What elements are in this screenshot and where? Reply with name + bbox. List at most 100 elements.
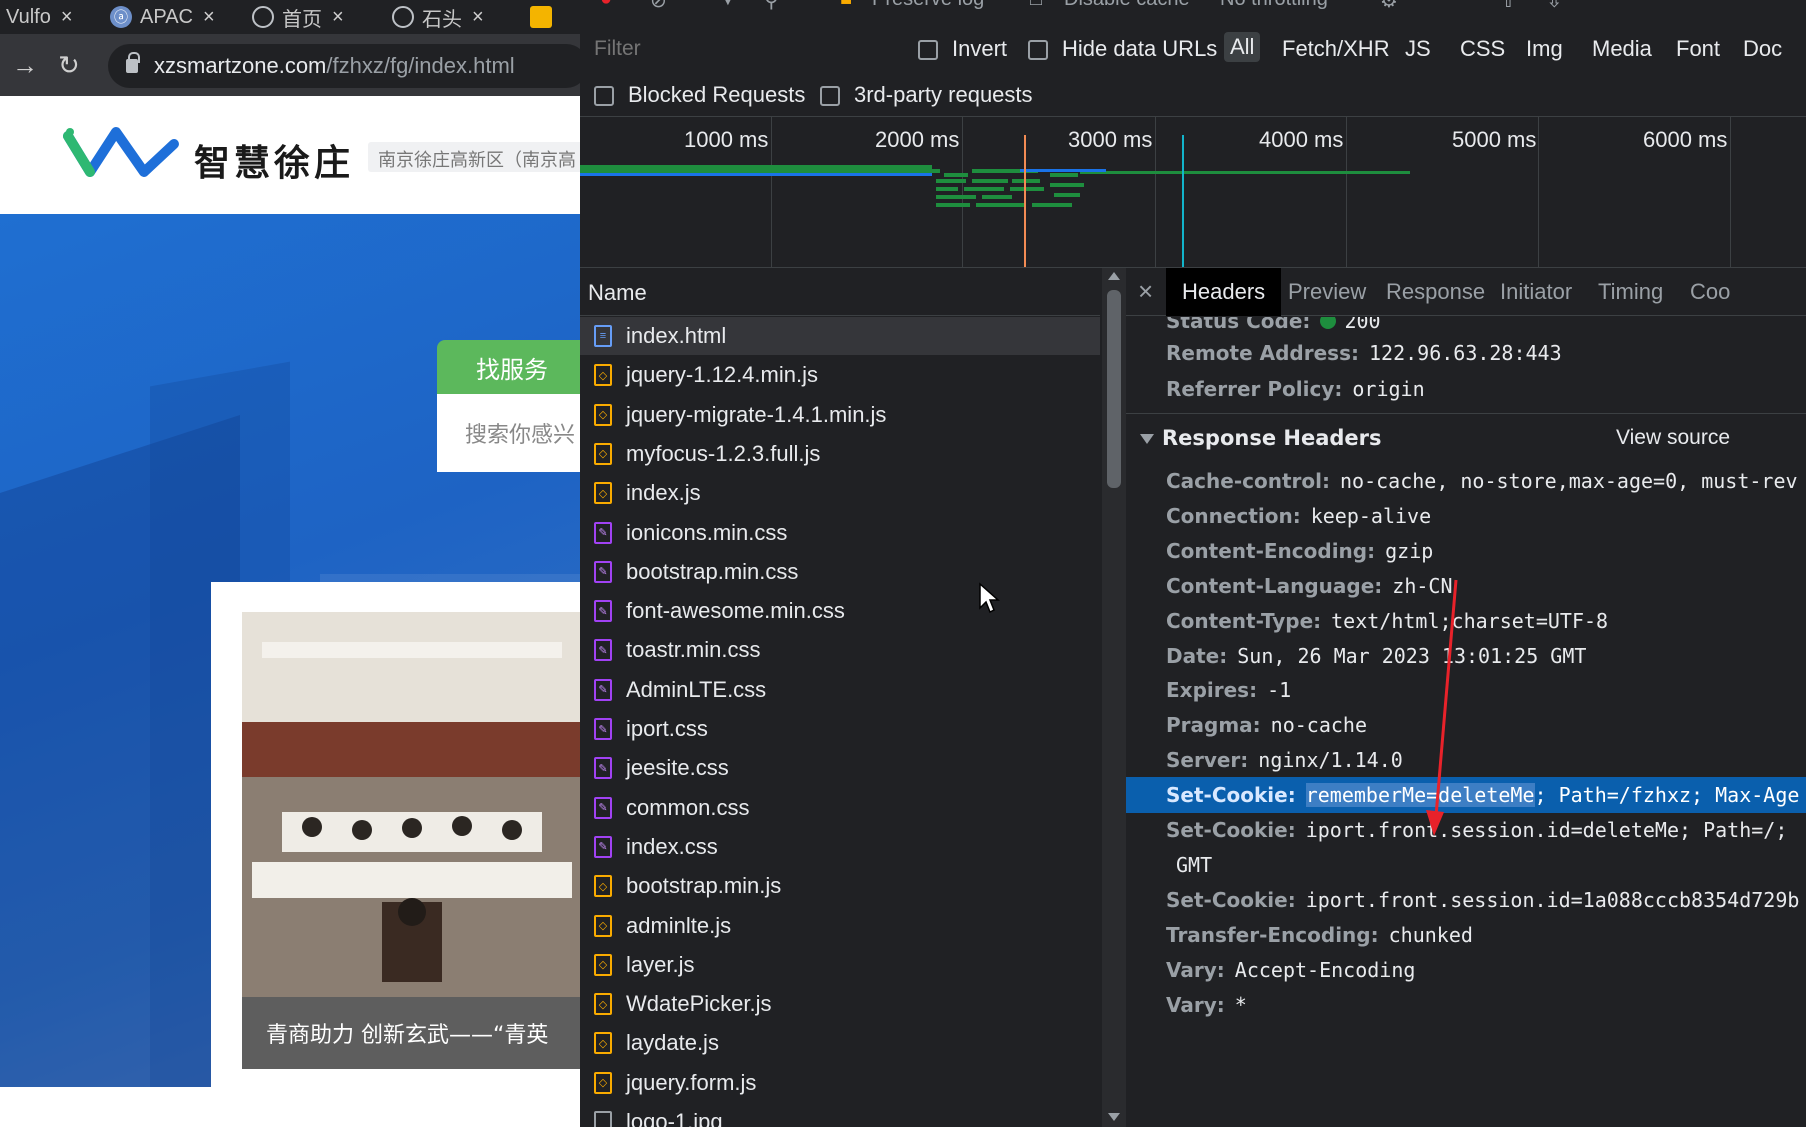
- import-icon[interactable]: ⇧: [1500, 0, 1517, 13]
- checkbox-checked-icon[interactable]: ■: [840, 0, 852, 11]
- response-header-row[interactable]: Vary: Accept-Encoding: [1166, 952, 1415, 988]
- view-source-link[interactable]: View source: [1616, 426, 1730, 450]
- response-header-row[interactable]: Connection: keep-alive: [1166, 498, 1431, 534]
- response-header-row[interactable]: Cache-control: no-cache, no-store,max-age…: [1166, 463, 1798, 499]
- tab-initiator[interactable]: Initiator: [1484, 268, 1588, 316]
- browser-tab[interactable]: 首页 ×: [252, 0, 344, 34]
- response-headers-title[interactable]: Response Headers: [1140, 426, 1382, 450]
- close-icon[interactable]: ×: [472, 6, 484, 29]
- request-row[interactable]: ◇ bootstrap.min.js: [580, 867, 1100, 905]
- request-row[interactable]: logo-1.jpg: [580, 1103, 1100, 1127]
- request-row[interactable]: ◇ adminlte.js: [580, 907, 1100, 945]
- request-row[interactable]: ≡ index.html: [580, 317, 1100, 355]
- forward-arrow-icon[interactable]: →: [12, 50, 38, 81]
- response-header-row[interactable]: Expires: -1: [1166, 672, 1291, 708]
- url-host: xzsmartzone.com: [154, 53, 327, 78]
- request-row[interactable]: ✎ jeesite.css: [580, 749, 1100, 787]
- response-header-row[interactable]: Date: Sun, 26 Mar 2023 13:01:25 GMT: [1166, 638, 1586, 674]
- url-field[interactable]: xzsmartzone.com/fzhxz/fg/index.html: [108, 44, 580, 88]
- browser-tab[interactable]: 石头 ×: [392, 0, 484, 34]
- network-overview-timeline[interactable]: 1000 ms 2000 ms 3000 ms 4000 ms 5000 ms …: [580, 116, 1806, 268]
- request-row[interactable]: ◇ jquery-migrate-1.4.1.min.js: [580, 396, 1100, 434]
- scrollbar-thumb[interactable]: [1107, 290, 1121, 488]
- type-filter-media[interactable]: Media: [1592, 36, 1652, 62]
- tab-headers[interactable]: Headers: [1166, 268, 1282, 316]
- request-row[interactable]: ✎ ionicons.min.css: [580, 514, 1100, 552]
- browser-tab[interactable]: Vulfo ×: [6, 0, 73, 34]
- checkbox-icon[interactable]: □: [1030, 0, 1042, 11]
- request-row[interactable]: ✎ common.css: [580, 789, 1100, 827]
- type-filter-fetch-xhr[interactable]: Fetch/XHR: [1282, 36, 1390, 62]
- scroll-down-icon[interactable]: [1108, 1113, 1120, 1121]
- request-row[interactable]: ◇ jquery-1.12.4.min.js: [580, 356, 1100, 394]
- type-filter-css[interactable]: CSS: [1460, 36, 1505, 62]
- invert-checkbox[interactable]: [918, 40, 938, 60]
- settings-gear-icon[interactable]: ⚙: [1380, 0, 1398, 13]
- request-row[interactable]: ✎ bootstrap.min.css: [580, 553, 1100, 591]
- filter-input[interactable]: [588, 30, 870, 68]
- news-photo[interactable]: [242, 612, 580, 997]
- type-filter-img[interactable]: Img: [1526, 36, 1563, 62]
- scroll-up-icon[interactable]: [1108, 272, 1120, 280]
- hide-data-urls-checkbox[interactable]: [1028, 40, 1048, 60]
- news-caption[interactable]: 青商助力 创新玄武——“青英: [242, 997, 580, 1069]
- response-header-row[interactable]: Set-Cookie: iport.front.session.id=delete…: [1166, 812, 1787, 848]
- close-icon[interactable]: ×: [332, 6, 344, 29]
- type-filter-js[interactable]: JS: [1405, 36, 1431, 62]
- blocked-requests-label: Blocked Requests: [628, 82, 806, 107]
- response-header-row[interactable]: Transfer-Encoding: chunked: [1166, 917, 1473, 953]
- browser-tab[interactable]: [530, 0, 560, 34]
- request-row[interactable]: ◇ index.js: [580, 474, 1100, 512]
- response-header-row[interactable]: Content-Language: zh-CN: [1166, 568, 1453, 604]
- request-row[interactable]: ◇ jquery.form.js: [580, 1064, 1100, 1102]
- blocked-requests-checkbox[interactable]: [594, 86, 614, 106]
- request-row[interactable]: ◇ WdatePicker.js: [580, 985, 1100, 1023]
- close-icon[interactable]: ×: [1138, 276, 1153, 307]
- record-icon[interactable]: ●: [600, 0, 612, 11]
- third-party-checkbox[interactable]: [820, 86, 840, 106]
- response-header-row[interactable]: Server: nginx/1.14.0: [1166, 742, 1403, 778]
- response-header-row[interactable]: Pragma: no-cache: [1166, 707, 1367, 743]
- search-icon[interactable]: ⚲: [764, 0, 779, 13]
- reload-icon[interactable]: ↻: [58, 50, 80, 81]
- close-icon[interactable]: ×: [61, 6, 73, 29]
- type-filter-font[interactable]: Font: [1676, 36, 1720, 62]
- request-row[interactable]: ✎ toastr.min.css: [580, 631, 1100, 669]
- response-header-row[interactable]: Content-Type: text/html;charset=UTF-8: [1166, 603, 1608, 639]
- find-service-button[interactable]: 找服务: [437, 340, 580, 394]
- header-value: chunked: [1388, 922, 1473, 947]
- header-key: Expires:: [1166, 678, 1258, 703]
- throttling-select[interactable]: No throttling: [1220, 0, 1328, 11]
- tab-cookies[interactable]: Coo: [1674, 268, 1746, 316]
- request-name: jeesite.css: [626, 755, 729, 781]
- response-header-row[interactable]: GMT: [1166, 847, 1212, 883]
- export-icon[interactable]: ⇩: [1546, 0, 1563, 13]
- clear-icon[interactable]: ⊘: [650, 0, 667, 13]
- service-search-input[interactable]: 搜索你感兴: [437, 394, 580, 472]
- request-row[interactable]: ✎ AdminLTE.css: [580, 671, 1100, 709]
- tab-preview[interactable]: Preview: [1272, 268, 1382, 316]
- request-row[interactable]: ✎ iport.css: [580, 710, 1100, 748]
- request-row[interactable]: ✎ font-awesome.min.css: [580, 592, 1100, 630]
- response-header-row[interactable]: Set-Cookie: rememberMe=deleteMe; Path=/fz…: [1126, 777, 1806, 814]
- request-list-scrollbar[interactable]: [1102, 268, 1126, 1127]
- request-row[interactable]: ◇ laydate.js: [580, 1024, 1100, 1062]
- browser-tab[interactable]: ⓐ APAC ×: [110, 0, 215, 34]
- site-logo-icon: [63, 127, 179, 177]
- tab-response[interactable]: Response: [1370, 268, 1501, 316]
- response-header-row[interactable]: Set-Cookie: iport.front.session.id=1a088c…: [1166, 882, 1799, 918]
- request-row[interactable]: ◇ myfocus-1.2.3.full.js: [580, 435, 1100, 473]
- response-header-row[interactable]: Vary: *: [1166, 987, 1247, 1023]
- request-row[interactable]: ◇ layer.js: [580, 946, 1100, 984]
- type-filter-all[interactable]: All: [1224, 32, 1261, 62]
- response-headers-section[interactable]: Response Headers View source: [1126, 413, 1806, 459]
- type-filter-doc[interactable]: Doc: [1743, 36, 1782, 62]
- request-row[interactable]: ✎ index.css: [580, 828, 1100, 866]
- close-icon[interactable]: ×: [203, 6, 215, 29]
- tab-timing[interactable]: Timing: [1582, 268, 1679, 316]
- response-header-row[interactable]: Content-Encoding: gzip: [1166, 533, 1433, 569]
- name-column-header[interactable]: Name: [580, 268, 1100, 316]
- mouse-cursor-icon: [979, 582, 1000, 614]
- site-logo-text[interactable]: 智慧徐庄: [194, 134, 354, 186]
- filter-icon[interactable]: ▼: [718, 0, 738, 11]
